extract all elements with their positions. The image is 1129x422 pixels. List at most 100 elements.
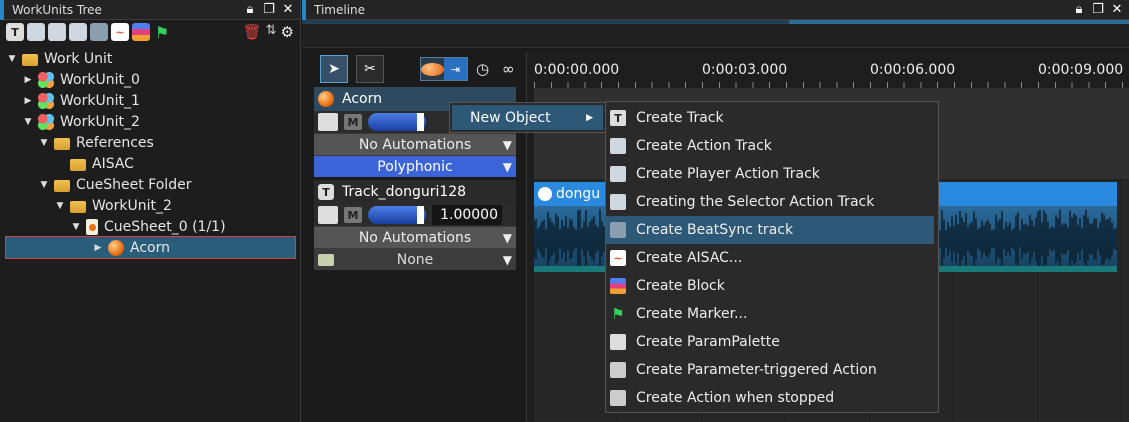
waveform-icon[interactable] — [318, 206, 338, 224]
new-object-submenu: T Create Track Create Action Track Creat… — [605, 101, 939, 413]
voice-mode-dropdown[interactable]: Polyphonic ▼ — [314, 155, 516, 177]
select-tool-button[interactable]: ➤ — [320, 55, 348, 83]
beatsync-icon[interactable] — [90, 23, 108, 41]
mute-button[interactable]: M — [344, 114, 362, 130]
param-palette-icon — [610, 334, 626, 350]
overview-scrollbar[interactable] — [302, 20, 1129, 24]
player-action-track-icon[interactable] — [48, 23, 66, 41]
sort-icon[interactable]: ⇅ — [266, 23, 277, 41]
folder-icon — [22, 53, 38, 66]
expand-arrow-icon[interactable]: ▶ — [22, 96, 34, 106]
scissors-icon: ✂ — [364, 61, 376, 77]
tree-item-workunit-2-folder[interactable]: ▼ WorkUnit_2 — [0, 195, 300, 216]
menu-item-create-marker[interactable]: ⚑ Create Marker... — [606, 300, 938, 328]
tree-item-label: Acorn — [130, 239, 170, 256]
stop-action-icon — [610, 390, 626, 406]
restore-icon[interactable]: ❐ — [1090, 1, 1106, 17]
follow-icon[interactable]: ⇥ — [444, 58, 467, 80]
track-icon[interactable]: T — [6, 23, 24, 41]
workunit-icon — [38, 92, 54, 109]
flag-icon: ⚑ — [611, 305, 625, 323]
tree-item-label: WorkUnit_2 — [60, 113, 140, 130]
tree-item-label: WorkUnit_2 — [92, 197, 172, 214]
menu-item-create-beatsync-track[interactable]: Create BeatSync track — [606, 216, 934, 244]
cursor-icon: ➤ — [328, 61, 340, 77]
action-track-icon — [610, 138, 626, 154]
menu-item-create-track[interactable]: T Create Track — [606, 104, 938, 132]
menu-item-create-selector-action-track[interactable]: Creating the Selector Action Track — [606, 188, 938, 216]
tree-item-workunit-1[interactable]: ▶ WorkUnit_1 — [0, 90, 300, 111]
menu-item-create-player-action-track[interactable]: Create Player Action Track — [606, 160, 938, 188]
automation-dropdown[interactable]: No Automations ▼ — [314, 226, 516, 248]
menu-item-create-aisac[interactable]: ~ Create AISAC... — [606, 244, 938, 272]
track-name-row[interactable]: T Track_donguri128 — [314, 180, 516, 204]
aisac-icon[interactable]: ~ — [111, 23, 129, 41]
cut-tool-button[interactable]: ✂ — [356, 55, 384, 83]
expand-arrow-icon[interactable]: ▼ — [38, 180, 50, 190]
expand-arrow-icon[interactable]: ▼ — [22, 117, 34, 127]
close-icon[interactable]: ✕ — [1109, 1, 1125, 17]
tree-item-work-unit[interactable]: ▼ Work Unit — [0, 48, 300, 69]
track-controls: M 1.00000 — [314, 204, 516, 226]
expand-arrow-icon[interactable]: ▼ — [54, 201, 66, 211]
ruler-label: 0:00:03.000 — [702, 62, 788, 78]
clip-name: dongu — [556, 186, 601, 202]
time-ruler[interactable]: 0:00:00.000 0:00:03.000 0:00:06.000 0:00… — [534, 52, 1129, 88]
clock-icon[interactable]: ◷ — [476, 60, 489, 78]
tree-item-cuesheet-0[interactable]: ▼ CueSheet_0 (1/1) — [0, 216, 300, 237]
expand-arrow-icon[interactable]: ▶ — [22, 75, 34, 85]
flag-icon[interactable]: ⚑ — [153, 23, 171, 42]
parameter-action-icon — [610, 362, 626, 378]
restore-icon[interactable]: ❐ — [261, 1, 277, 17]
automation-dropdown[interactable]: No Automations ▼ — [314, 133, 516, 155]
tree-item-workunit-2[interactable]: ▼ WorkUnit_2 — [0, 111, 300, 132]
record-icon[interactable] — [421, 58, 444, 80]
expand-arrow-icon[interactable]: ▼ — [6, 54, 18, 64]
menu-item-create-parameter-triggered-action[interactable]: Create Parameter-triggered Action — [606, 356, 938, 384]
menu-item-create-parampalette[interactable]: Create ParamPalette — [606, 328, 938, 356]
expand-arrow-icon[interactable]: ▶ — [92, 243, 104, 253]
trash-icon[interactable]: 🗑︎ — [243, 23, 262, 41]
submenu-arrow-icon: ▶ — [586, 112, 593, 123]
block-icon[interactable] — [132, 23, 150, 41]
menu-item-create-action-track[interactable]: Create Action Track — [606, 132, 938, 160]
track-header-donguri[interactable]: T Track_donguri128 M 1.00000 No Automati… — [314, 180, 516, 270]
mode-dropdown[interactable]: None ▼ — [314, 248, 516, 270]
ruler-label: 0:00:09.000 — [1038, 62, 1124, 78]
folder-icon — [70, 200, 86, 213]
lock-icon[interactable]: 🔒︎ — [242, 1, 258, 17]
mute-button[interactable]: M — [344, 207, 362, 223]
track-name: Acorn — [342, 91, 382, 107]
tree-item-references[interactable]: ▼ References — [0, 132, 300, 153]
lock-icon[interactable]: 🔒︎ — [1071, 1, 1087, 17]
menu-item-create-block[interactable]: Create Block — [606, 272, 938, 300]
volume-value[interactable]: 1.00000 — [432, 205, 502, 225]
volume-slider[interactable] — [368, 113, 426, 131]
expand-arrow-icon[interactable]: ▼ — [38, 138, 50, 148]
track-icon: T — [318, 184, 334, 200]
close-icon[interactable]: ✕ — [280, 1, 296, 17]
volume-slider[interactable] — [368, 206, 426, 224]
selector-action-track-icon — [610, 194, 626, 210]
waveregion-icon — [538, 187, 552, 201]
expand-arrow-icon[interactable]: ▼ — [70, 222, 82, 232]
timeline-overview[interactable] — [302, 20, 1129, 48]
action-track-icon[interactable] — [27, 23, 45, 41]
menu-item-new-object[interactable]: New Object ▶ — [452, 105, 603, 130]
dropdown-arrow-icon: ▼ — [502, 159, 512, 174]
waveform-icon[interactable] — [318, 113, 338, 131]
selector-action-track-icon[interactable] — [69, 23, 87, 41]
record-group: ⇥ — [420, 57, 468, 81]
menu-item-create-action-when-stopped[interactable]: Create Action when stopped — [606, 384, 938, 412]
gear-icon[interactable]: ⚙ — [281, 23, 294, 41]
link-icon[interactable]: ∞ — [502, 60, 515, 78]
track-icon: T — [610, 110, 626, 126]
cue-icon — [108, 239, 124, 256]
tree-item-workunit-0[interactable]: ▶ WorkUnit_0 — [0, 69, 300, 90]
tree-item-cuesheet-folder[interactable]: ▼ CueSheet Folder — [0, 174, 300, 195]
panel-titlebar: WorkUnits Tree 🔒︎ ❐ ✕ — [0, 0, 300, 20]
tree-item-acorn[interactable]: ▶ Acorn — [5, 236, 296, 259]
tree-item-aisac[interactable]: AISAC — [0, 153, 300, 174]
dropdown-arrow-icon: ▼ — [502, 230, 512, 245]
track-name: Track_donguri128 — [342, 184, 467, 200]
